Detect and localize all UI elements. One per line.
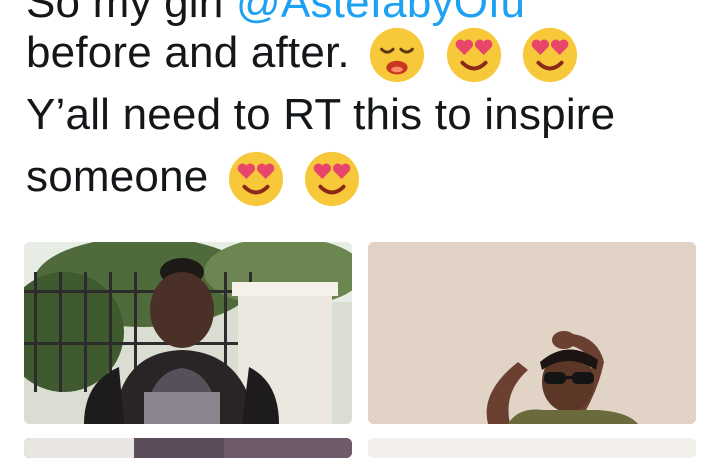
mention-link[interactable]: @AsteIabyOfu [236, 0, 525, 27]
heart-eyes-icon [227, 150, 285, 208]
heart-eyes-icon [521, 26, 579, 84]
tweet-line-3: Y’all need to RT this to inspire [26, 88, 615, 142]
tweet-photo-4[interactable] [368, 438, 696, 458]
tweet-text-prefix: So my girl [26, 0, 224, 27]
weary-face-icon [368, 26, 426, 84]
tweet-line-2: before and after. [26, 26, 579, 84]
heart-eyes-icon [303, 150, 361, 208]
tweet-photo-3[interactable] [24, 438, 352, 458]
tweet-photo-after[interactable] [368, 242, 696, 424]
tweet-text-line3: Y’all need to RT this to inspire [26, 90, 616, 139]
tweet-photo-before[interactable] [24, 242, 352, 424]
tweet-line-4: someone [26, 150, 361, 208]
heart-eyes-icon [445, 26, 503, 84]
tweet-text-line4: someone [26, 152, 209, 201]
tweet-text-line2: before and after. [26, 28, 350, 77]
